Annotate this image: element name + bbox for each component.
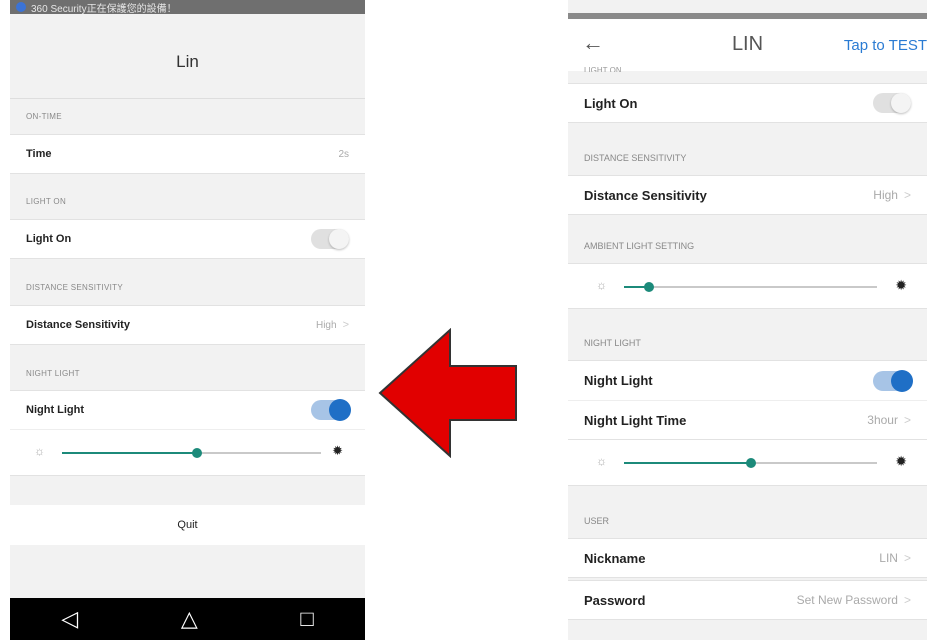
time-row[interactable]: Time 2s [10,134,365,174]
slider-track [624,458,877,468]
slider-fill [62,452,197,454]
light-on-label: Light On [26,233,72,245]
night-light-toggle[interactable] [873,369,913,392]
toggle-knob [891,93,911,113]
night-light-label: Night Light [26,404,85,416]
password-value: Set New Password [796,593,898,607]
password-row[interactable]: Password Set New Password > [568,580,927,620]
back-nav-icon[interactable]: ◁ [61,606,78,632]
chevron-right-icon: > [903,551,911,565]
night-light-time-label: Night Light Time [584,412,687,428]
title-bar: Lin [10,14,365,99]
section-night-light: NIGHT LIGHT [584,338,641,348]
distance-row[interactable]: Distance Sensitivity High > [10,305,365,345]
light-on-row: Light On [10,219,365,259]
distance-label: Distance Sensitivity [26,319,130,331]
light-on-label: Light On [584,95,638,111]
quit-button[interactable]: Quit [10,505,365,545]
night-light-label: Night Light [584,373,653,388]
distance-label: Distance Sensitivity [584,187,707,203]
night-light-row: Night Light [10,390,365,430]
night-light-brightness-slider[interactable]: ☼ ✹ [10,430,365,476]
toggle-knob [329,399,351,421]
light-on-row: Light On [568,83,927,123]
time-value: 2s [338,148,349,160]
toggle-knob [329,229,349,249]
night-light-time-row[interactable]: Night Light Time 3hour > [568,400,927,440]
red-arrow-icon [378,328,517,458]
distance-value: High [873,188,898,202]
night-light-row: Night Light [568,360,927,400]
chevron-right-icon: > [903,188,911,202]
nickname-row[interactable]: Nickname LIN > [568,538,927,578]
slider-track [624,282,877,292]
sun-bright-icon: ✹ [332,443,343,458]
left-phone-screen: 360 Security正在保護您的設備！ Lin ON-TIME Time 2… [10,0,365,640]
section-night-light: NIGHT LIGHT [26,369,80,378]
section-distance: DISTANCE SENSITIVITY [584,153,687,163]
sun-dim-icon: ☼ [596,454,607,468]
light-on-toggle[interactable] [311,229,349,249]
section-light-on: LIGHT ON [26,197,67,206]
toggle-knob [891,369,913,392]
slider-thumb[interactable] [644,282,655,292]
night-light-brightness-slider[interactable]: ☼ ✹ [568,440,927,486]
sun-dim-icon: ☼ [596,278,607,292]
night-light-time-value: 3hour [867,413,898,427]
section-on-time: ON-TIME [26,112,62,121]
ambient-light-slider[interactable]: ☼ ✹ [568,263,927,309]
distance-value: High [315,319,337,331]
right-phone-screen: ← LIN Tap to TEST LIGHT ON Light On DIST… [568,0,927,640]
section-ambient-light: AMBIENT LIGHT SETTING [584,241,695,251]
slider-fill [624,462,751,464]
slider-track [62,448,321,458]
light-on-toggle[interactable] [873,93,911,113]
section-light-on-clipped: LIGHT ON [584,66,622,72]
chevron-right-icon: > [342,319,349,331]
sun-bright-icon: ✹ [895,453,907,469]
shield-icon [16,2,26,12]
section-user: USER [584,516,610,526]
slider-thumb[interactable] [745,458,756,468]
chevron-right-icon: > [903,413,911,427]
nickname-label: Nickname [584,550,646,566]
distance-row[interactable]: Distance Sensitivity High > [568,175,927,215]
sun-bright-icon: ✹ [895,277,907,293]
home-nav-icon[interactable]: △ [181,606,198,632]
page-title: Lin [176,52,199,71]
status-text: 360 Security正在保護您的設備！ [31,3,177,15]
tap-to-test-link[interactable]: Tap to TEST [844,37,927,54]
time-label: Time [26,148,52,160]
status-bar: 360 Security正在保護您的設備！ [10,0,365,15]
nickname-value: LIN [879,551,898,565]
chevron-right-icon: > [903,593,911,607]
nav-bar: ◁ △ □ [10,598,365,640]
sun-dim-icon: ☼ [34,444,45,458]
recent-apps-icon[interactable]: □ [300,606,313,632]
header: ← LIN Tap to TEST [568,19,927,71]
night-light-toggle[interactable] [311,399,351,421]
password-label: Password [584,592,646,608]
section-distance: DISTANCE SENSITIVITY [26,283,123,292]
slider-thumb[interactable] [191,448,202,458]
